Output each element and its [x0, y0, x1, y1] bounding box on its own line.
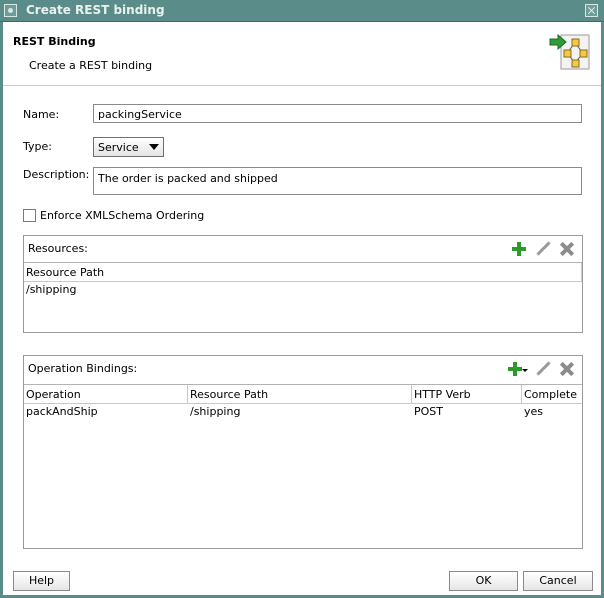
description-label: Description:: [23, 168, 90, 181]
resources-panel: Resources: Resource Path /shipping: [23, 235, 583, 333]
operation-bindings-title: Operation Bindings:: [28, 362, 138, 375]
cancel-button[interactable]: Cancel: [523, 571, 593, 591]
operations-table-header: Operation Resource Path HTTP Verb Comple…: [24, 385, 582, 404]
resources-table: Resource Path /shipping: [24, 262, 582, 298]
resources-table-header: Resource Path: [24, 263, 582, 282]
table-row[interactable]: packAndShip /shipping POST yes: [24, 404, 582, 420]
window-title: Create REST binding: [26, 3, 165, 17]
column-header-resource-path[interactable]: Resource Path: [24, 263, 582, 281]
type-select[interactable]: Service: [93, 137, 164, 157]
column-header-complete[interactable]: Complete: [522, 385, 582, 403]
header-subtitle: Create a REST binding: [29, 59, 153, 72]
header-title: REST Binding: [13, 35, 96, 48]
delete-resource-icon[interactable]: [558, 240, 576, 258]
complete-cell: yes: [524, 405, 544, 418]
resources-title: Resources:: [28, 242, 88, 255]
add-operation-icon[interactable]: [506, 360, 528, 378]
name-field[interactable]: packingService: [93, 104, 582, 123]
description-field[interactable]: The order is packed and shipped: [93, 167, 582, 195]
chevron-down-icon: [149, 144, 159, 150]
ok-button[interactable]: OK: [449, 571, 518, 591]
operations-table: Operation Resource Path HTTP Verb Comple…: [24, 384, 582, 420]
rest-binding-icon: [549, 33, 590, 70]
resource-path-cell: /shipping: [190, 405, 241, 418]
enforce-xmlschema-checkbox[interactable]: [23, 209, 36, 222]
title-bar[interactable]: Create REST binding: [0, 0, 604, 22]
resources-toolbar: [510, 239, 576, 259]
delete-operation-icon[interactable]: [558, 360, 576, 378]
name-label: Name:: [23, 108, 60, 121]
type-label: Type:: [23, 140, 52, 153]
help-button[interactable]: Help: [13, 571, 70, 591]
operation-bindings-panel: Operation Bindings: Operation Resource P…: [23, 355, 583, 549]
table-row[interactable]: /shipping: [24, 282, 582, 298]
window-menu-icon[interactable]: [4, 4, 17, 17]
add-resource-icon[interactable]: [510, 240, 528, 258]
column-header-http-verb[interactable]: HTTP Verb: [412, 385, 522, 403]
column-header-operation[interactable]: Operation: [24, 385, 188, 403]
chevron-down-icon: [522, 369, 528, 372]
column-header-resource-path[interactable]: Resource Path: [188, 385, 412, 403]
operations-toolbar: [506, 359, 576, 379]
operation-cell: packAndShip: [26, 405, 98, 418]
dialog-header: REST Binding Create a REST binding: [3, 22, 601, 86]
close-icon[interactable]: [585, 4, 598, 17]
enforce-xmlschema-label[interactable]: Enforce XMLSchema Ordering: [40, 209, 204, 222]
resource-path-cell: /shipping: [26, 283, 77, 296]
type-select-value: Service: [98, 141, 139, 154]
edit-operation-icon[interactable]: [534, 360, 552, 378]
edit-resource-icon[interactable]: [534, 240, 552, 258]
http-verb-cell: POST: [414, 405, 443, 418]
